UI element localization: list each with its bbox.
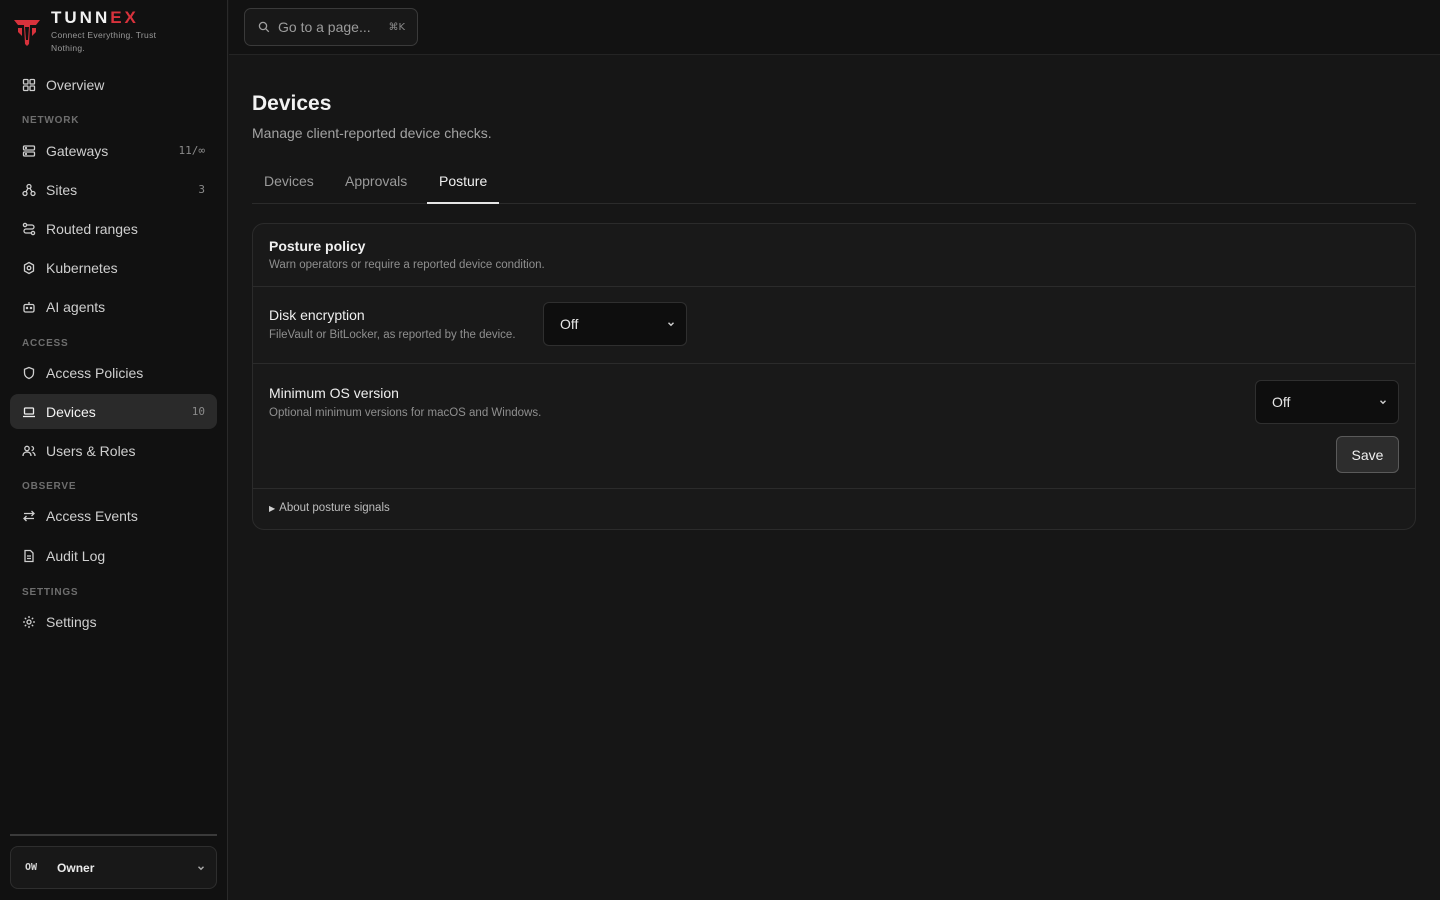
minimum-os-description: Optional minimum versions for macOS and … [269, 407, 542, 419]
sidebar-item-access-policies[interactable]: Access Policies [10, 355, 217, 390]
document-icon [22, 549, 36, 563]
avatar: OW [25, 862, 38, 873]
disk-encryption-description: FileVault or BitLocker, as reported by t… [269, 329, 516, 341]
select-value: Off [560, 316, 579, 332]
disk-encryption-title: Disk encryption [269, 307, 365, 323]
chevron-down-icon [668, 322, 674, 327]
account-name: Owner [57, 860, 95, 875]
about-posture-signals-toggle[interactable]: ▶ About posture signals [269, 502, 390, 514]
keyboard-shortcut-hint: ⌘K [388, 21, 405, 33]
sidebar: TUNNEX Connect Everything. Trust Nothing… [0, 0, 228, 900]
section-label-settings: SETTINGS [22, 587, 79, 598]
sidebar-item-kubernetes[interactable]: Kubernetes [10, 250, 217, 285]
disclosure-label: About posture signals [279, 502, 390, 514]
account-switcher[interactable]: OW Owner [10, 846, 217, 889]
bot-icon [22, 300, 36, 314]
sidebar-item-users-roles[interactable]: Users & Roles [10, 433, 217, 468]
sidebar-item-sites[interactable]: Sites 3 [10, 172, 217, 207]
sidebar-item-devices[interactable]: Devices 10 [10, 394, 217, 429]
card-title: Posture policy [269, 238, 366, 254]
sidebar-item-overview[interactable]: Overview [10, 67, 217, 102]
sidebar-item-access-events[interactable]: Access Events [10, 498, 217, 533]
sidebar-item-label: Gateways [46, 142, 109, 159]
sidebar-item-settings[interactable]: Settings [10, 604, 217, 639]
sidebar-item-label: Access Policies [46, 364, 144, 381]
users-icon [22, 444, 36, 458]
gear-icon [22, 615, 36, 629]
minimum-os-row: Minimum OS version Optional minimum vers… [253, 364, 1415, 489]
sidebar-item-label: Access Events [46, 507, 138, 524]
tab-bar: Devices Approvals Posture [252, 162, 1416, 204]
page-subtitle: Manage client-reported device checks. [252, 125, 492, 141]
route-icon [22, 222, 36, 236]
posture-policy-header: Posture policy Warn operators or require… [253, 224, 1415, 287]
page-title: Devices [252, 92, 332, 115]
posture-policy-card: Posture policy Warn operators or require… [252, 223, 1416, 530]
sites-icon [22, 183, 36, 197]
brand-tagline: Connect Everything. Trust Nothing. [51, 30, 157, 53]
disk-encryption-row: Disk encryption FileVault or BitLocker, … [253, 287, 1415, 364]
sidebar-item-audit-log[interactable]: Audit Log [10, 538, 217, 573]
search-input[interactable]: Go to a page... ⌘K [244, 8, 418, 46]
gateways-count-badge: 11/∞ [178, 144, 206, 157]
devices-count-badge: 10 [191, 405, 205, 418]
topbar: Go to a page... ⌘K [229, 0, 1440, 55]
minimum-os-select[interactable]: Off [1255, 380, 1399, 424]
sidebar-item-label: Settings [46, 613, 97, 630]
arrows-icon [22, 509, 36, 523]
tab-devices[interactable]: Devices [252, 162, 326, 204]
shield-icon [22, 366, 36, 380]
sidebar-item-label: AI agents [46, 298, 106, 315]
sidebar-item-label: Overview [46, 76, 105, 93]
sidebar-item-ai-agents[interactable]: AI agents [10, 289, 217, 324]
sidebar-item-label: Sites [46, 181, 78, 198]
sidebar-item-gateways[interactable]: Gateways 11/∞ [10, 133, 217, 168]
sidebar-item-label: Devices [46, 403, 96, 420]
disclosure-triangle-icon: ▶ [269, 503, 276, 513]
tab-posture[interactable]: Posture [427, 162, 500, 204]
sidebar-item-label: Audit Log [46, 547, 106, 564]
section-label-network: NETWORK [22, 115, 80, 126]
sites-count-badge: 3 [198, 183, 205, 196]
section-label-observe: OBSERVE [22, 481, 77, 492]
minimum-os-title: Minimum OS version [269, 385, 399, 401]
tab-approvals[interactable]: Approvals [333, 162, 419, 204]
sidebar-item-label: Kubernetes [46, 259, 118, 276]
sidebar-item-label: Routed ranges [46, 220, 138, 237]
save-button[interactable]: Save [1336, 436, 1399, 473]
chevron-down-icon [1380, 400, 1386, 405]
disk-encryption-select[interactable]: Off [543, 302, 687, 346]
server-icon [22, 144, 36, 158]
main-content: Devices Manage client-reported device ch… [229, 56, 1440, 900]
section-label-access: ACCESS [22, 338, 69, 349]
kubernetes-icon [22, 261, 36, 275]
tunnex-logo-icon [14, 20, 40, 46]
laptop-icon [22, 405, 36, 419]
search-placeholder: Go to a page... [278, 19, 371, 35]
select-value: Off [1272, 394, 1291, 410]
sidebar-item-routed-ranges[interactable]: Routed ranges [10, 211, 217, 246]
grid-icon [22, 78, 36, 92]
brand-name: TUNNEX [51, 8, 139, 27]
search-icon [258, 21, 270, 33]
sidebar-item-label: Users & Roles [46, 442, 136, 459]
card-description: Warn operators or require a reported dev… [269, 259, 545, 271]
sidebar-divider [10, 834, 217, 836]
chevron-down-icon [198, 865, 204, 870]
